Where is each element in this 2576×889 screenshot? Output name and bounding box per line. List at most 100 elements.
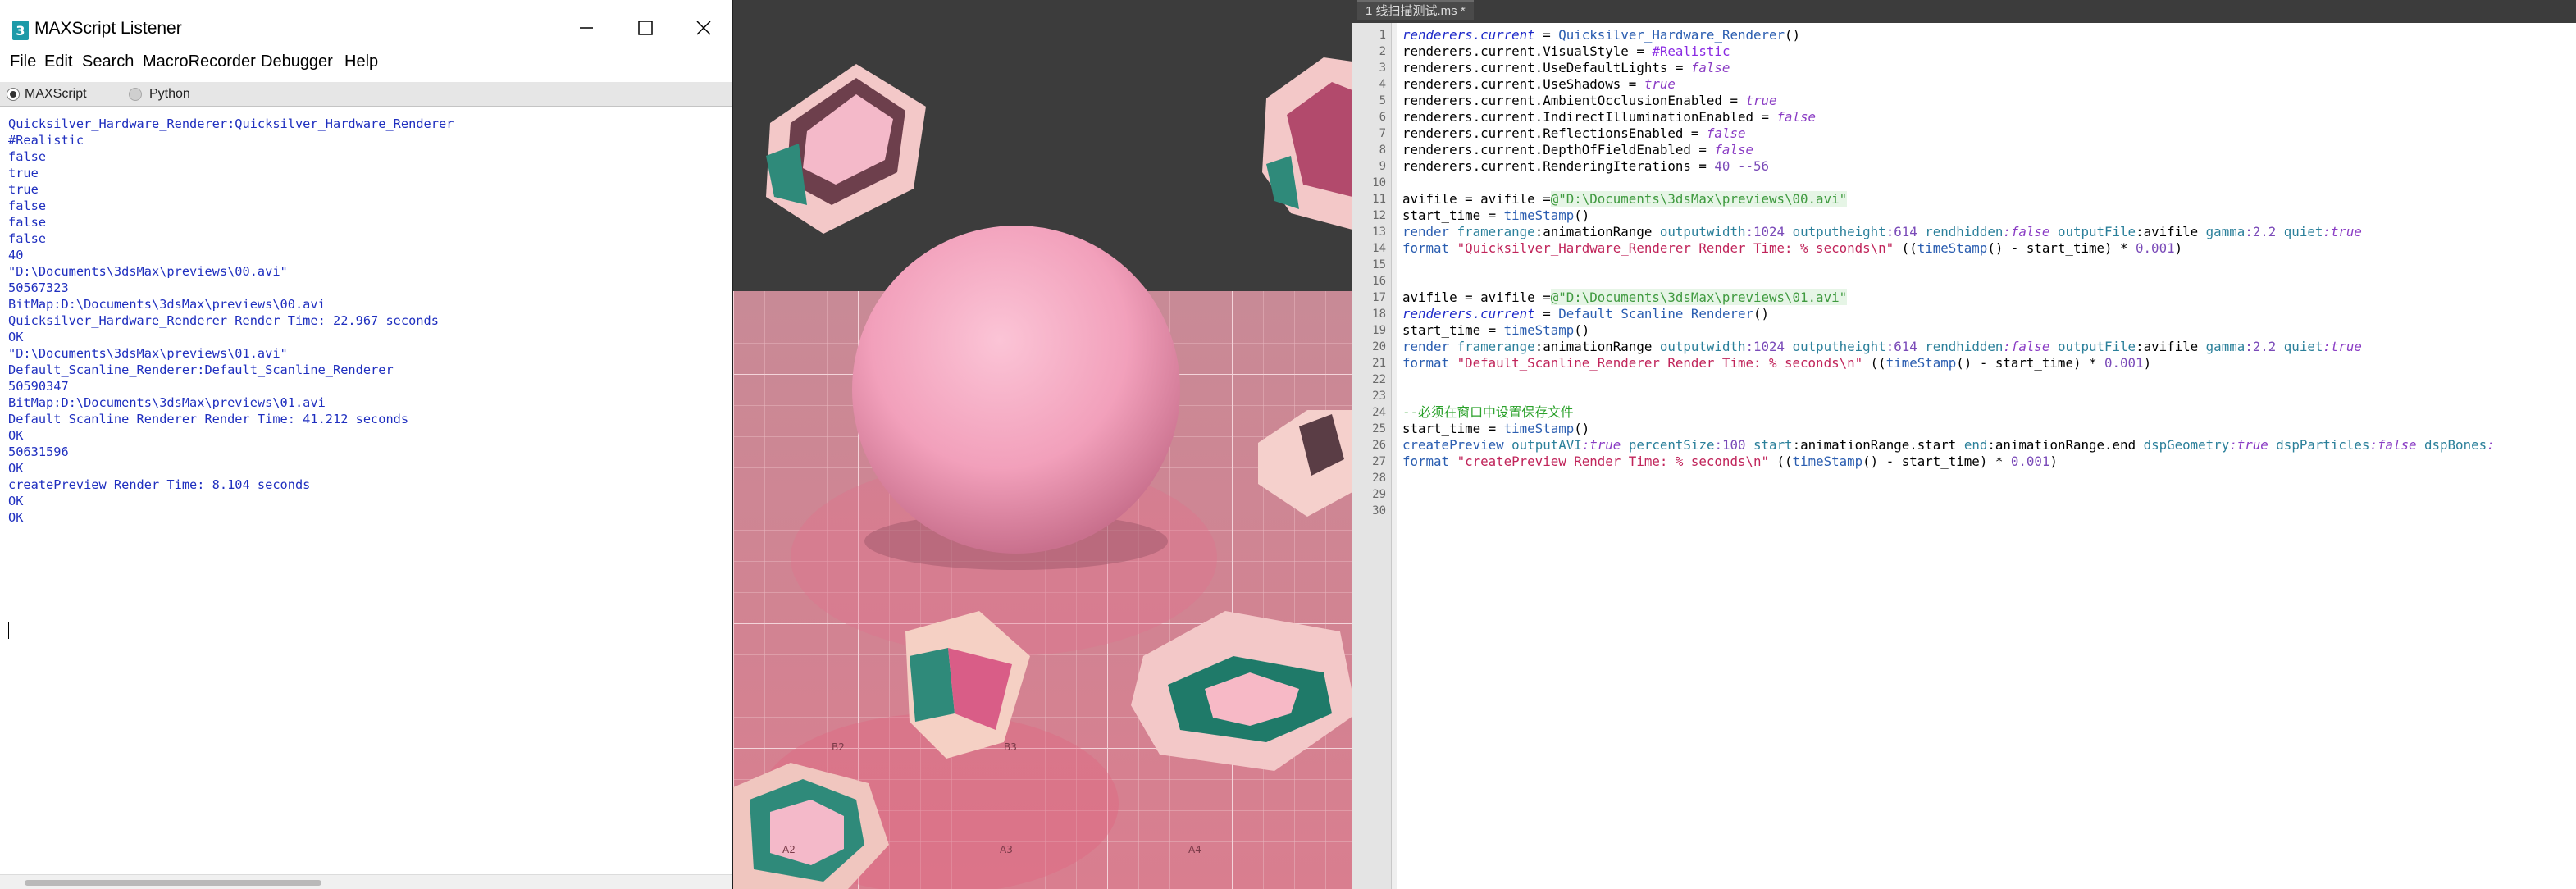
line-number: 24 bbox=[1372, 406, 1386, 419]
menu-help[interactable]: Help bbox=[341, 52, 381, 71]
code-token: :false bbox=[2369, 437, 2425, 453]
maximize-button[interactable] bbox=[617, 11, 674, 44]
output-line: Default_Scanline_Renderer:Default_Scanli… bbox=[8, 362, 394, 377]
code-token: @"D:\Documents\3dsMax\previews\01.avi" bbox=[1550, 289, 1848, 305]
code-token: percentSize bbox=[1628, 437, 1715, 453]
code-line: avifile = avifile =@"D:\Documents\3dsMax… bbox=[1402, 191, 1848, 207]
line-number: 29 bbox=[1372, 488, 1386, 501]
code-token: framerange bbox=[1457, 224, 1535, 239]
code-token: format bbox=[1402, 454, 1457, 469]
grid-label: A4 bbox=[1188, 844, 1201, 855]
code-token: outputwidth bbox=[1659, 339, 1746, 354]
code-line: renderers.current = Quicksilver_Hardware… bbox=[1402, 27, 1800, 43]
line-number-gutter: 1 2 3 4 5 6 7 8 9 10 11 12 13 14 15 16 17 18 19 20 21 22 23 24 2… bbox=[1352, 23, 1392, 889]
code-token: false bbox=[1706, 125, 1746, 141]
code-token: outputheight bbox=[1792, 339, 1886, 354]
code-token: :2.2 bbox=[2245, 339, 2284, 354]
maxscript-radio[interactable] bbox=[7, 88, 20, 101]
code-token: outputheight bbox=[1792, 224, 1886, 239]
code-line: --必须在窗口中设置保存文件 bbox=[1402, 404, 1574, 421]
window-title: MAXScript Listener bbox=[34, 19, 182, 38]
code-token: ) bbox=[2174, 240, 2183, 256]
code-token: () bbox=[1753, 306, 1770, 321]
code-token: 0.001 bbox=[2010, 454, 2050, 469]
output-line: OK bbox=[8, 330, 24, 344]
code-token: : bbox=[2487, 437, 2495, 453]
code-token: "Default_Scanline_Renderer Render Time: … bbox=[1457, 355, 1863, 371]
output-line: false bbox=[8, 149, 47, 164]
code-token: ) bbox=[2049, 454, 2058, 469]
code-token: true bbox=[1745, 93, 1777, 108]
code-line: format "Default_Scanline_Renderer Render… bbox=[1402, 355, 2151, 372]
code-token: () - start_time) * bbox=[1987, 240, 2136, 256]
viewport-render: B2 B3 A2 A3 A4 bbox=[733, 0, 1352, 889]
code-line: render framerange:animationRange outputw… bbox=[1402, 224, 2362, 240]
listener-output-area[interactable]: Quicksilver_Hardware_Renderer:Quicksilve… bbox=[0, 107, 732, 874]
code-token: :true bbox=[2323, 339, 2362, 354]
listener-menubar: File Edit Search MacroRecorder Debugger … bbox=[0, 51, 732, 77]
svg-text:3: 3 bbox=[16, 23, 25, 39]
line-number: 5 bbox=[1379, 94, 1386, 107]
code-token: 0.001 bbox=[2104, 355, 2144, 371]
editor-tab[interactable]: 1 线扫描测试.ms * bbox=[1357, 0, 1474, 20]
output-line: OK bbox=[8, 494, 24, 508]
output-line: Default_Scanline_Renderer Render Time: 4… bbox=[8, 412, 409, 426]
code-token: outputAVI bbox=[1511, 437, 1582, 453]
code-token: timeStamp bbox=[1792, 454, 1863, 469]
pink-sphere bbox=[852, 226, 1180, 554]
menu-debugger[interactable]: Debugger bbox=[258, 52, 336, 71]
code-token: renderers.current.IndirectIlluminationEn… bbox=[1402, 109, 1777, 125]
code-token: rendhidden bbox=[1925, 224, 2004, 239]
code-token: dspBones bbox=[2424, 437, 2487, 453]
code-token: (( bbox=[1894, 240, 1917, 256]
code-token: () - start_time) * bbox=[1956, 355, 2104, 371]
3d-viewport[interactable]: B2 B3 A2 A3 A4 bbox=[733, 0, 1352, 889]
python-radio[interactable] bbox=[129, 88, 142, 101]
code-token: start_time = bbox=[1402, 207, 1504, 223]
maxscript-app-icon: 3 bbox=[12, 21, 29, 40]
code-token: :100 bbox=[1714, 437, 1754, 453]
menu-edit[interactable]: Edit bbox=[41, 52, 75, 71]
scrollbar-thumb[interactable] bbox=[25, 880, 321, 886]
code-token: 0.001 bbox=[2136, 240, 2175, 256]
line-number: 13 bbox=[1372, 226, 1386, 239]
output-line: #Realistic bbox=[8, 133, 84, 148]
minimize-button[interactable] bbox=[558, 11, 615, 44]
code-token: renderers.current.AmbientOcclusionEnable… bbox=[1402, 93, 1746, 108]
menu-file[interactable]: File bbox=[7, 52, 39, 71]
code-line: renderers.current.IndirectIlluminationEn… bbox=[1402, 109, 1816, 125]
output-line: true bbox=[8, 166, 39, 180]
close-button[interactable] bbox=[675, 11, 732, 44]
code-token: :avifile bbox=[2136, 224, 2206, 239]
text-cursor bbox=[8, 622, 9, 639]
code-token: --必须在窗口中设置保存文件 bbox=[1402, 404, 1574, 420]
line-number: 4 bbox=[1379, 78, 1386, 91]
maxscript-tab-label[interactable]: MAXScript bbox=[25, 87, 87, 102]
code-token: renderers.current.ReflectionsEnabled = bbox=[1402, 125, 1707, 141]
code-token: framerange bbox=[1457, 339, 1535, 354]
code-token: renderers.current.DepthOfFieldEnabled = bbox=[1402, 142, 1715, 157]
output-line: false bbox=[8, 215, 47, 230]
code-token: @"D:\Documents\3dsMax\previews\00.avi" bbox=[1550, 191, 1848, 207]
python-tab-label[interactable]: Python bbox=[149, 87, 190, 102]
code-token: :false bbox=[2003, 339, 2058, 354]
code-token: (( bbox=[1862, 355, 1886, 371]
code-token: :1024 bbox=[1745, 224, 1793, 239]
code-token: true bbox=[1644, 76, 1676, 92]
line-number: 17 bbox=[1372, 291, 1386, 304]
code-line: renderers.current.DepthOfFieldEnabled = … bbox=[1402, 142, 1753, 158]
line-number: 27 bbox=[1372, 455, 1386, 468]
output-line: OK bbox=[8, 510, 24, 525]
horizontal-scrollbar[interactable] bbox=[0, 874, 732, 889]
code-token: renderers.current.RenderingIterations = bbox=[1402, 158, 1715, 174]
line-number: 11 bbox=[1372, 193, 1386, 206]
code-token: 40 --56 bbox=[1714, 158, 1769, 174]
code-token: timeStamp bbox=[1503, 322, 1575, 338]
line-number: 26 bbox=[1372, 439, 1386, 452]
menu-macrorecorder[interactable]: MacroRecorder bbox=[139, 52, 259, 71]
output-line: Quicksilver_Hardware_Renderer:Quicksilve… bbox=[8, 116, 454, 131]
code-line: start_time = timeStamp() bbox=[1402, 322, 1589, 339]
grid-label: A3 bbox=[1000, 844, 1013, 855]
listener-titlebar[interactable]: 3 MAXScript Listener bbox=[0, 0, 732, 51]
menu-search[interactable]: Search bbox=[79, 52, 137, 71]
